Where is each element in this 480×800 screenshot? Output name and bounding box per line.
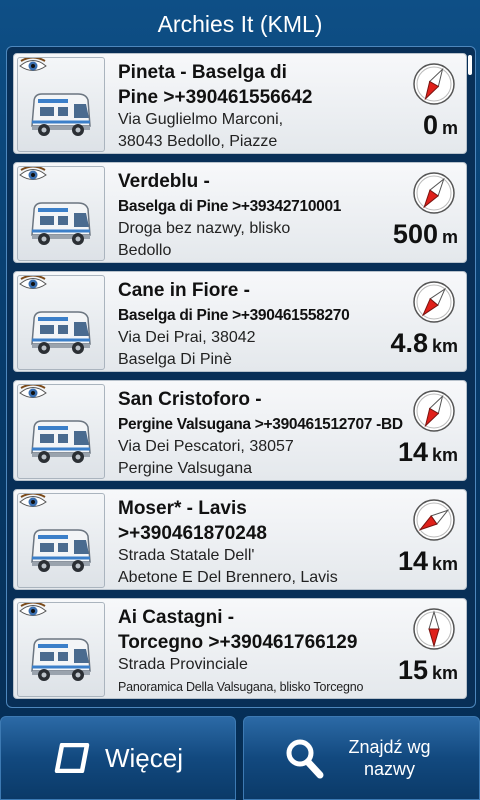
compass-icon <box>413 608 455 650</box>
item-address: Via Guglielmo Marconi, 38043 Bedollo, Pi… <box>118 111 284 150</box>
eye-icon <box>19 58 47 71</box>
compass-icon <box>413 172 455 214</box>
item-name: Ai Castagni - Torcegno >+390461766129 <box>118 607 358 653</box>
page-title: Archies It (KML) <box>157 11 323 37</box>
compass-icon <box>413 499 455 541</box>
item-distance: 0m <box>422 110 458 140</box>
item-distance: 15 km <box>397 655 458 685</box>
compass-icon <box>413 281 455 323</box>
item-address: Via Dei Prai, 38042 Baselga Di Pinè <box>118 329 256 368</box>
item-thumbnail <box>17 166 105 261</box>
item-address: Via Dei Pescatori, 38057 Pergine Valsuga… <box>118 438 294 477</box>
camper-van-icon <box>31 311 91 354</box>
item-name: Moser* - Lavis >+390461870248 <box>118 498 267 544</box>
compass-icon <box>413 63 455 105</box>
list-item[interactable]: San Cristoforo - Pergine Valsugana >+390… <box>13 380 467 481</box>
camper-van-icon <box>31 202 91 245</box>
eye-icon <box>19 276 47 289</box>
camper-van-icon <box>31 420 91 463</box>
item-thumbnail <box>17 602 105 697</box>
find-by-name-button[interactable]: Znajdź wg nazwy <box>243 716 480 800</box>
search-icon <box>286 739 323 779</box>
item-distance: 14 km <box>397 546 458 576</box>
list-item[interactable]: Ai Castagni - Torcegno >+390461766129 St… <box>13 598 467 699</box>
item-address: Droga bez nazwy, blisko Bedollo <box>118 220 291 259</box>
list-item[interactable]: Pineta - Baselga di Pine >+390461556642 … <box>13 53 467 154</box>
poi-list[interactable]: Pineta - Baselga di Pine >+390461556642 … <box>6 46 476 708</box>
item-distance: 14 km <box>397 437 458 467</box>
item-name: Verdeblu - Baselga di Pine >+39342710001 <box>118 171 342 215</box>
list-item[interactable]: Moser* - Lavis >+390461870248 Strada Sta… <box>13 489 467 590</box>
item-distance: 500 m <box>392 219 458 249</box>
list-item[interactable]: Cane in Fiore - Baselga di Pine >+390461… <box>13 271 467 372</box>
rounded-square-icon <box>54 743 90 773</box>
item-name: San Cristoforo - Pergine Valsugana >+390… <box>118 389 403 433</box>
eye-icon <box>19 167 47 180</box>
list-item[interactable]: Verdeblu - Baselga di Pine >+39342710001… <box>13 162 467 263</box>
more-button-label: Więcej <box>104 742 183 773</box>
item-thumbnail <box>17 57 105 152</box>
camper-van-icon <box>31 529 91 572</box>
item-distance: 4.8 km <box>390 328 458 358</box>
item-name: Pineta - Baselga di Pine >+390461556642 <box>118 62 313 108</box>
item-thumbnail <box>17 275 105 370</box>
camper-van-icon <box>31 93 91 136</box>
item-name: Cane in Fiore - Baselga di Pine >+390461… <box>118 280 350 324</box>
item-address: Strada Provinciale Panoramica Della Vals… <box>118 656 364 694</box>
compass-icon <box>413 390 455 432</box>
find-by-name-label: Znajdź wg nazwy <box>348 737 431 779</box>
eye-icon <box>19 603 47 616</box>
item-address: Strada Statale Dell' Abetone E Del Brenn… <box>118 547 338 586</box>
camper-van-icon <box>31 638 91 681</box>
more-button[interactable]: Więcej <box>0 716 236 800</box>
item-thumbnail <box>17 384 105 479</box>
eye-icon <box>19 385 47 398</box>
item-thumbnail <box>17 493 105 588</box>
eye-icon <box>19 494 47 507</box>
scrollbar-thumb[interactable] <box>468 55 472 75</box>
